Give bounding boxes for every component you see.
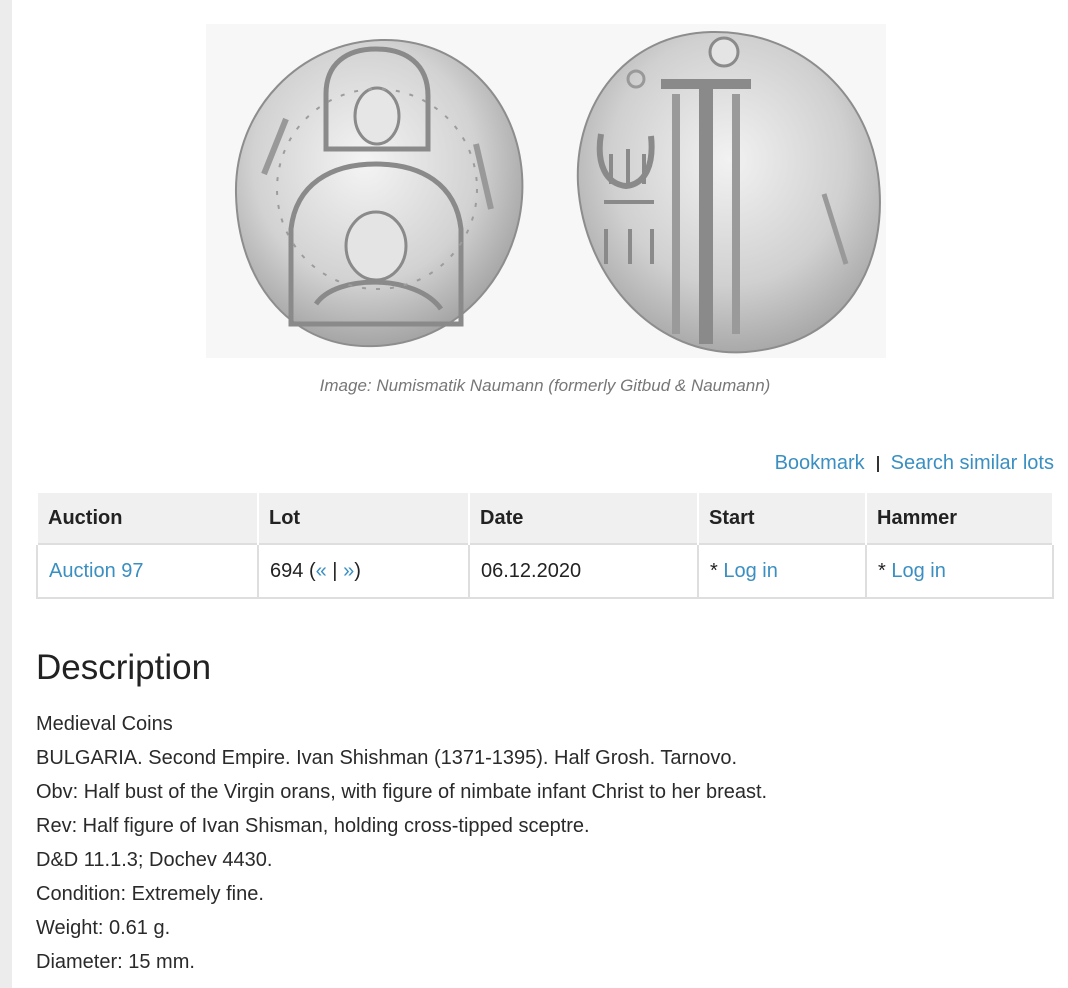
lot-actions: Bookmark Search similar lots	[775, 452, 1054, 475]
cell-start: * Log in	[697, 543, 867, 599]
action-separator	[876, 455, 879, 472]
header-hammer: Hammer	[865, 491, 1054, 544]
description-line: D&D 11.1.3; Dochev 4430.	[36, 849, 273, 871]
description-line: Medieval Coins	[36, 713, 173, 735]
cell-hammer: * Log in	[865, 543, 1054, 599]
header-date: Date	[468, 491, 699, 544]
description-line: Obv: Half bust of the Virgin orans, with…	[36, 781, 768, 803]
header-start: Start	[697, 491, 867, 544]
lot-nav-close: )	[354, 559, 361, 582]
start-login-link[interactable]: Log in	[723, 560, 778, 582]
cell-date: 06.12.2020	[468, 543, 699, 599]
description-line: Rev: Half figure of Ivan Shisman, holdin…	[36, 815, 590, 837]
lot-table: Auction Lot Date Start Hammer Auction 97…	[36, 491, 1054, 599]
hammer-prefix: *	[878, 559, 886, 582]
description-heading: Description	[36, 648, 212, 687]
header-lot: Lot	[257, 491, 470, 544]
bookmark-link[interactable]: Bookmark	[775, 452, 865, 475]
lot-table-header-row: Auction Lot Date Start Hammer	[36, 491, 1054, 544]
lot-nav-separator: |	[332, 559, 338, 582]
previous-lot-link[interactable]: «	[316, 560, 327, 582]
description-line: Condition: Extremely fine.	[36, 883, 264, 905]
cell-lot: 694 (« | »)	[257, 543, 470, 599]
image-caption: Image: Numismatik Naumann (formerly Gitb…	[319, 376, 771, 395]
description-line: Weight: 0.61 g.	[36, 917, 171, 939]
description-line: Diameter: 15 mm.	[36, 951, 195, 973]
lot-number: 694	[270, 559, 304, 582]
next-lot-link[interactable]: »	[343, 560, 354, 582]
header-auction: Auction	[36, 491, 259, 544]
description-line: BULGARIA. Second Empire. Ivan Shishman (…	[36, 747, 738, 769]
auction-link[interactable]: Auction 97	[49, 560, 144, 582]
table-row: Auction 97 694 (« | ») 06.12.2020 * Log …	[36, 543, 1054, 599]
left-rail	[0, 0, 12, 988]
lot-nav-open: (	[308, 559, 316, 582]
hammer-login-link[interactable]: Log in	[891, 560, 946, 582]
coin-image[interactable]	[206, 24, 886, 358]
coin-image-graphic	[206, 24, 886, 358]
cell-auction: Auction 97	[36, 543, 259, 599]
search-similar-lots-link[interactable]: Search similar lots	[891, 452, 1054, 475]
description-text: Medieval Coins BULGARIA. Second Empire. …	[36, 707, 767, 979]
start-prefix: *	[710, 559, 718, 582]
